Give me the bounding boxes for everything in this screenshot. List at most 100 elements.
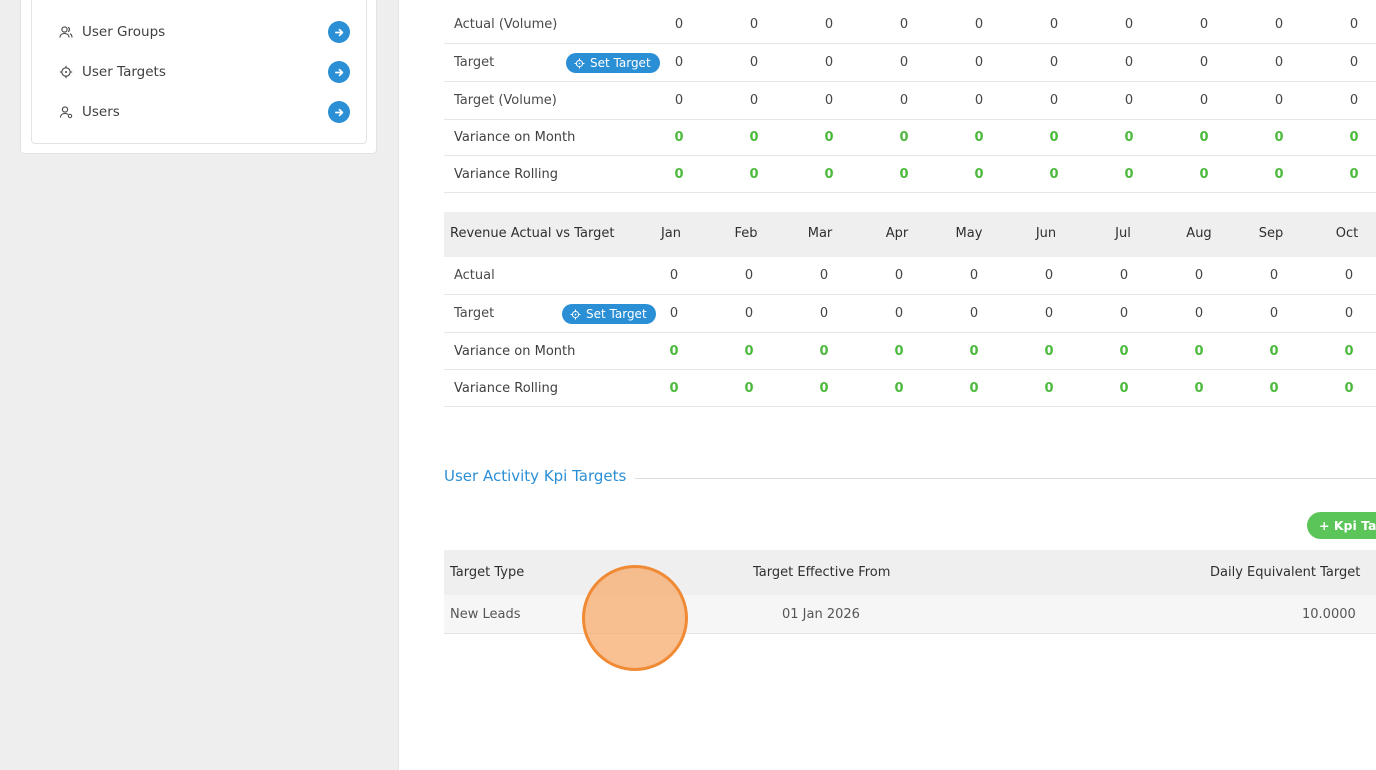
- table-cell: 0: [1119, 380, 1129, 396]
- month-header: Aug: [1186, 226, 1212, 241]
- month-header: May: [955, 226, 983, 241]
- table-cell: 0: [674, 93, 684, 108]
- table-cell: 0: [824, 93, 834, 108]
- col-target-effective-from: Target Effective From: [753, 565, 891, 580]
- table-cell: 0: [1349, 166, 1359, 182]
- row-label: Target (Volume): [454, 93, 557, 108]
- row-label: Variance on Month: [454, 130, 576, 145]
- row-label: Target: [454, 306, 495, 321]
- table-row: Target Set Target 0 0 0 0 0 0 0 0 0 0: [444, 44, 1376, 82]
- table-cell: 0: [1269, 306, 1279, 321]
- table-cell: 0: [749, 55, 759, 70]
- table-cell: 0: [1124, 17, 1134, 32]
- table-row: Actual 0 0 0 0 0 0 0 0 0 0: [444, 257, 1376, 295]
- row-label: Actual: [454, 268, 495, 283]
- sidebar-item-label: User Targets: [82, 64, 166, 80]
- table-cell: 0: [1199, 166, 1209, 182]
- table-cell: 0: [974, 55, 984, 70]
- add-kpi-target-button[interactable]: + Kpi Tar: [1307, 512, 1376, 539]
- revenue-table-title: Revenue Actual vs Target: [450, 226, 615, 241]
- table-cell: 0: [749, 17, 759, 32]
- set-target-label: Set Target: [586, 307, 647, 321]
- table-cell: 0: [974, 17, 984, 32]
- kpi-target-type: New Leads: [450, 607, 521, 622]
- table-cell: 0: [899, 130, 909, 145]
- table-cell: 0: [749, 130, 759, 145]
- table-cell: 0: [1344, 268, 1354, 283]
- table-cell: 0: [819, 306, 829, 321]
- table-cell: 0: [1199, 130, 1209, 145]
- table-cell: 0: [744, 380, 754, 396]
- table-cell: 0: [819, 343, 829, 359]
- left-column: User Groups User Targets Users: [0, 0, 398, 770]
- table-cell: 0: [669, 306, 679, 321]
- table-cell: 0: [1344, 343, 1354, 359]
- table-cell: 0: [1124, 166, 1134, 182]
- sidebar-item-user-targets[interactable]: User Targets: [31, 52, 367, 92]
- sidebar-item-users[interactable]: Users: [31, 92, 367, 132]
- table-cell: 0: [674, 166, 684, 182]
- arrow-right-icon[interactable]: [328, 61, 350, 83]
- table-cell: 0: [1044, 380, 1054, 396]
- table-cell: 0: [674, 130, 684, 145]
- table-cell: 0: [749, 166, 759, 182]
- table-cell: 0: [894, 306, 904, 321]
- main-content: User Activity Kpi Targets + Kpi Tar Targ…: [398, 0, 1376, 770]
- table-cell: 0: [1269, 343, 1279, 359]
- month-header: Jun: [1035, 226, 1057, 241]
- month-header: Jul: [1115, 226, 1131, 241]
- table-row: Actual (Volume) 0 0 0 0 0 0 0 0 0 0: [444, 6, 1376, 44]
- table-cell: 0: [899, 93, 909, 108]
- col-daily-equivalent-target: Daily Equivalent Target: [1210, 565, 1361, 580]
- month-header: Feb: [734, 226, 758, 241]
- table-cell: 0: [744, 306, 754, 321]
- table-cell: 0: [1199, 93, 1209, 108]
- sidebar-item-user-groups[interactable]: User Groups: [31, 12, 367, 52]
- row-label: Variance on Month: [454, 343, 576, 359]
- table-cell: 0: [1349, 55, 1359, 70]
- table-cell: 0: [899, 55, 909, 70]
- month-header: Oct: [1335, 226, 1359, 241]
- set-target-button[interactable]: Set Target: [566, 53, 660, 73]
- table-cell: 0: [1199, 17, 1209, 32]
- table-cell: 0: [1049, 130, 1059, 145]
- table-cell: 0: [1049, 93, 1059, 108]
- arrow-right-icon[interactable]: [328, 101, 350, 123]
- table-row: Variance Rolling 0 0 0 0 0 0 0 0 0 0: [444, 370, 1376, 407]
- table-cell: 0: [1044, 306, 1054, 321]
- table-cell: 0: [969, 306, 979, 321]
- table-cell: 0: [1194, 343, 1204, 359]
- table-cell: 0: [899, 166, 909, 182]
- table-cell: 0: [669, 268, 679, 283]
- table-cell: 0: [1119, 268, 1129, 283]
- table-cell: 0: [1274, 17, 1284, 32]
- table-cell: 0: [1194, 306, 1204, 321]
- section-divider: [635, 478, 1376, 479]
- table-cell: 0: [674, 17, 684, 32]
- table-cell: 0: [1349, 93, 1359, 108]
- row-label: Variance Rolling: [454, 166, 559, 182]
- users-icon: [59, 25, 73, 39]
- month-header: Jan: [660, 226, 682, 241]
- arrow-right-icon[interactable]: [328, 21, 350, 43]
- table-cell: 0: [819, 380, 829, 396]
- set-target-button[interactable]: Set Target: [562, 304, 656, 324]
- row-label: Actual (Volume): [454, 17, 558, 32]
- table-cell: 0: [819, 268, 829, 283]
- crosshair-icon: [574, 58, 585, 69]
- table-cell: 0: [969, 380, 979, 396]
- table-cell: 0: [894, 343, 904, 359]
- kpi-daily-target: 10.0000: [1302, 607, 1356, 622]
- table-cell: 0: [824, 166, 834, 182]
- table-cell: 0: [744, 343, 754, 359]
- table-cell: 0: [974, 93, 984, 108]
- table-cell: 0: [1349, 130, 1359, 145]
- sidebar-item-label: User Groups: [82, 24, 166, 40]
- table-cell: 0: [899, 17, 909, 32]
- table-cell: 0: [1049, 55, 1059, 70]
- table-cell: 0: [1194, 380, 1204, 396]
- month-header: Mar: [807, 226, 833, 241]
- table-row: Target Set Target 0 0 0 0 0 0 0 0 0 0: [444, 295, 1376, 333]
- month-header: Sep: [1258, 226, 1284, 241]
- table-cell: 0: [1119, 306, 1129, 321]
